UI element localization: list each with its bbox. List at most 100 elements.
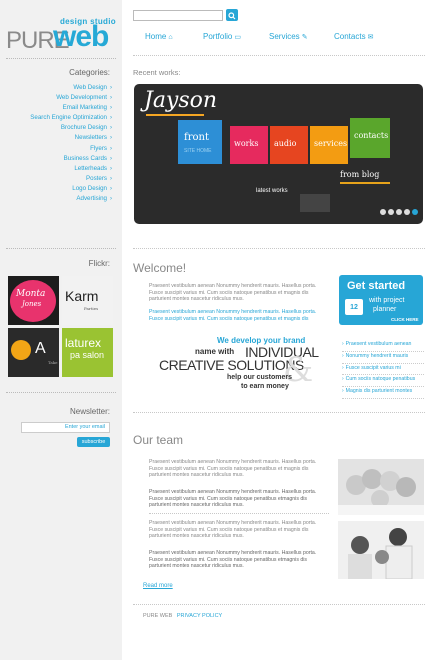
slide-tile-audio: audio bbox=[270, 126, 308, 164]
category-link[interactable]: Search Engine Optimization › bbox=[0, 113, 112, 123]
category-link[interactable]: Letterheads › bbox=[0, 164, 112, 174]
slider-dot[interactable] bbox=[396, 209, 402, 215]
slider-dot[interactable] bbox=[388, 209, 394, 215]
welcome-link-label: Fusce suscipit varius mi bbox=[345, 364, 401, 371]
get-started-sub1: with project bbox=[369, 297, 405, 304]
category-link[interactable]: Web Design › bbox=[0, 83, 112, 93]
team-title: Our team bbox=[133, 433, 184, 447]
chevron-right-icon: › bbox=[110, 145, 112, 152]
chevron-right-icon: › bbox=[110, 125, 112, 132]
nav-home-label: Home bbox=[145, 32, 167, 41]
footer: PURE WEB PRIVACY POLICY bbox=[143, 613, 222, 619]
welcome-links: › Praesent vestibulum aenean › Nonummy hend… bbox=[342, 340, 424, 399]
divider bbox=[149, 513, 329, 514]
chevron-right-icon: › bbox=[110, 115, 112, 122]
slider-dot[interactable] bbox=[380, 209, 386, 215]
chevron-right-icon: › bbox=[110, 165, 112, 172]
brand-line6: to earn money bbox=[241, 383, 289, 390]
wrench-icon: ✎ bbox=[301, 34, 308, 41]
chevron-right-icon: › bbox=[342, 341, 344, 347]
get-started-title: Get started bbox=[347, 280, 406, 292]
category-label: Brochure Design bbox=[60, 124, 107, 132]
read-more-link[interactable]: Read more bbox=[143, 583, 173, 589]
flickr-text: Take bbox=[48, 360, 58, 365]
slide-blog-label: from blog bbox=[340, 170, 380, 179]
category-label: Search Engine Optimization bbox=[30, 114, 107, 122]
newsletter-email-input[interactable]: Enter your email bbox=[21, 422, 110, 433]
category-label: Web Design bbox=[73, 84, 107, 91]
home-icon: ⌂ bbox=[168, 34, 173, 41]
nav-services-label: Services bbox=[269, 32, 300, 41]
chevron-right-icon: › bbox=[110, 155, 112, 162]
flickr-text: A bbox=[35, 340, 46, 357]
slide-tile-services: services bbox=[310, 126, 348, 164]
search-button[interactable] bbox=[226, 9, 238, 21]
flickr-image[interactable]: Karm Parties bbox=[62, 276, 113, 325]
category-label: Email Marketing bbox=[62, 104, 107, 112]
newsletter-title: Newsletter: bbox=[69, 407, 110, 416]
subscribe-button[interactable]: subscribe bbox=[77, 437, 110, 447]
welcome-link-paragraph[interactable]: Praesent vestibulum aenean Nonummy hendr… bbox=[149, 309, 327, 322]
category-link[interactable]: Logo Design › bbox=[0, 184, 112, 194]
slide-thumb bbox=[300, 194, 330, 212]
flickr-image[interactable]: laturex pa salon bbox=[62, 328, 113, 377]
team-photo bbox=[338, 521, 424, 580]
get-started-cta[interactable]: CLICK HERE bbox=[391, 317, 419, 322]
category-label: Web Development bbox=[56, 94, 107, 102]
nav-contacts[interactable]: Contacts ✉ bbox=[334, 32, 373, 41]
divider bbox=[6, 58, 116, 59]
divider bbox=[133, 55, 425, 56]
team-paragraph: Praesent vestibulum aenean Nonummy hendr… bbox=[149, 489, 317, 508]
category-label: Business Cards bbox=[63, 154, 107, 162]
flickr-image[interactable]: Monta Jones bbox=[8, 276, 59, 325]
get-started-banner[interactable]: Get started 12 with project planner CLIC… bbox=[339, 275, 423, 325]
flickr-grid: Monta Jones Karm Parties A Take laturex … bbox=[8, 276, 114, 378]
welcome-link-label: Nonummy hendrerit mauris bbox=[345, 352, 409, 359]
flickr-text: Karm bbox=[65, 288, 99, 304]
nav-home[interactable]: Home ⌂ bbox=[145, 32, 173, 41]
divider bbox=[133, 412, 425, 413]
category-label: Letterheads bbox=[74, 164, 107, 172]
chevron-right-icon: › bbox=[342, 388, 344, 395]
welcome-paragraph: Praesent vestibulum aenean Nonummy hendr… bbox=[149, 283, 317, 302]
privacy-policy-link[interactable]: PRIVACY POLICY bbox=[177, 613, 222, 619]
search-input[interactable] bbox=[133, 10, 223, 21]
category-link[interactable]: Flyers › bbox=[0, 144, 112, 154]
chevron-right-icon: › bbox=[110, 185, 112, 192]
category-link[interactable]: Web Development › bbox=[0, 93, 112, 103]
nav-contacts-label: Contacts bbox=[334, 32, 366, 41]
welcome-link[interactable]: › Nonummy hendrerit mauris bbox=[342, 352, 424, 364]
brand-banner: We develop your brand name with INDIVIDU… bbox=[155, 336, 325, 396]
welcome-link[interactable]: › Praesent vestibulum aenean bbox=[342, 340, 424, 352]
team-photo bbox=[338, 459, 424, 515]
category-link[interactable]: Email Marketing › bbox=[0, 103, 112, 113]
chevron-right-icon: › bbox=[110, 85, 112, 91]
welcome-link[interactable]: › Fusce suscipit varius mi bbox=[342, 364, 424, 376]
slider-dot-active[interactable] bbox=[412, 209, 418, 215]
flickr-text: pa salon bbox=[70, 350, 105, 360]
chevron-right-icon: › bbox=[110, 175, 112, 182]
category-link[interactable]: Business Cards › bbox=[0, 154, 112, 164]
category-link[interactable]: Brochure Design › bbox=[0, 123, 112, 133]
flickr-image[interactable]: A Take bbox=[8, 328, 59, 377]
flickr-text: Monta bbox=[16, 289, 46, 299]
slide-underline bbox=[146, 114, 204, 116]
divider bbox=[6, 248, 116, 249]
slide-tile-works: works bbox=[230, 126, 268, 164]
slider-dot[interactable] bbox=[404, 209, 410, 215]
team-photo-art bbox=[338, 459, 424, 515]
recent-works-slider[interactable]: Jayson front SITE HOME works audio servic… bbox=[134, 84, 423, 224]
category-link[interactable]: Newsletters › bbox=[0, 133, 112, 143]
chevron-right-icon: › bbox=[110, 95, 112, 102]
portfolio-icon: ▭ bbox=[234, 34, 241, 41]
nav-portfolio[interactable]: Portfolio ▭ bbox=[203, 32, 241, 41]
category-link[interactable]: Advertising › bbox=[0, 194, 112, 204]
welcome-link[interactable]: › Magnis dis parturient montes bbox=[342, 387, 424, 399]
chevron-right-icon: › bbox=[342, 376, 344, 383]
recent-works-title: Recent works: bbox=[133, 68, 181, 77]
welcome-link[interactable]: › Cum sociis natoque penatibus bbox=[342, 375, 424, 388]
flickr-text: Parties bbox=[84, 306, 99, 311]
nav-services[interactable]: Services ✎ bbox=[269, 32, 308, 41]
logo[interactable]: design studio PURE web bbox=[6, 17, 116, 54]
category-link[interactable]: Posters › bbox=[0, 174, 112, 184]
